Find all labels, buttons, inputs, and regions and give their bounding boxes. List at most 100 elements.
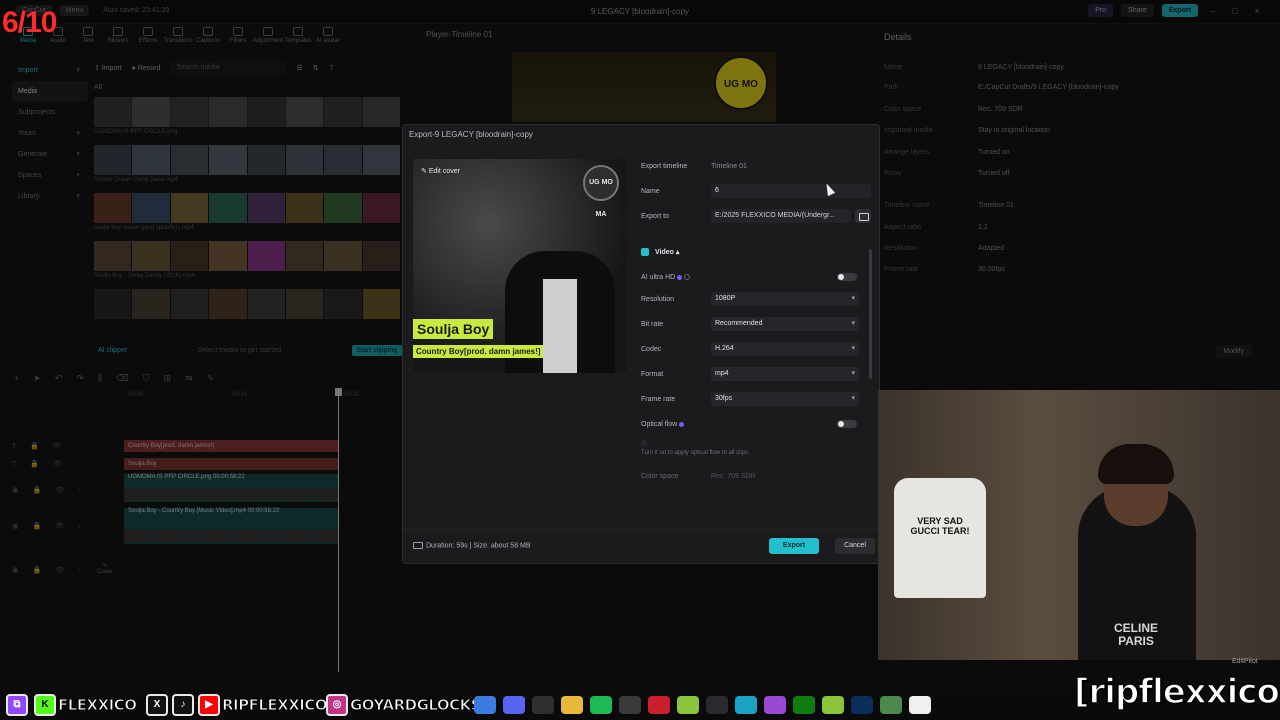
edit-cover-label: Edit cover	[428, 168, 460, 175]
chevron-down-icon: ▾	[851, 395, 855, 402]
photoshop-icon[interactable]	[851, 696, 873, 714]
progress-counter: 6/10	[2, 6, 57, 39]
bitrate-row: Bit rate Recommended ▾	[641, 317, 873, 333]
ai-ultra-hd-row: AI ultra HD	[641, 270, 873, 286]
video-checkbox[interactable]	[641, 248, 649, 256]
format-value: mp4	[715, 370, 729, 377]
video-section-label: Video ▴	[655, 249, 680, 256]
social-tiktok: ♪	[172, 694, 194, 716]
bitrate-select[interactable]: Recommended ▾	[711, 317, 859, 331]
ai-ultra-hd-text: AI ultra HD	[641, 274, 676, 281]
chevron-down-icon: ▾	[851, 320, 855, 327]
export-path-field[interactable]: E:/2025 FLEXXICO MEDIA/(Undergr...	[711, 209, 851, 223]
info-icon: ⓘ	[641, 442, 648, 448]
tiktok-icon: ♪	[172, 694, 194, 716]
discord-icon[interactable]	[503, 696, 525, 714]
youtube-icon: ▶	[198, 694, 220, 716]
social-x: X	[146, 694, 168, 716]
app-icon[interactable]	[880, 696, 902, 714]
optical-flow-label: Optical flow	[641, 421, 685, 428]
editpilot-label: EditPilot	[1232, 658, 1258, 665]
export-dialog: Export-9 LEGACY [bloodrain]-copy UG MO M…	[402, 124, 880, 564]
color-space-value: Rec. 709 SDR	[711, 473, 756, 480]
format-row: Format mp4 ▾	[641, 367, 873, 383]
spotify-icon[interactable]	[590, 696, 612, 714]
cover-title-badge: Soulja Boy	[413, 319, 494, 339]
kick-handle: FLEXXICO	[58, 696, 138, 715]
cover-song-badge: Country Boy[prod. damn james!]	[413, 345, 544, 358]
chevron-down-icon: ▾	[851, 370, 855, 377]
duration-info: Duration: 59s | Size: about 58 MB	[413, 542, 531, 549]
dialog-footer: Duration: 59s | Size: about 58 MB Export…	[403, 529, 879, 563]
twitch-icon: ⧉	[6, 694, 28, 716]
social-twitch: ⧉	[6, 694, 28, 716]
resolution-value: 1080P	[715, 295, 736, 302]
framerate-select[interactable]: 30fps ▾	[711, 392, 859, 406]
folder-icon[interactable]	[561, 696, 583, 714]
cover-shirt	[543, 279, 577, 373]
dialog-title: Export-9 LEGACY [bloodrain]-copy	[409, 130, 533, 139]
cancel-button[interactable]: Cancel	[835, 538, 875, 554]
steam-icon[interactable]	[619, 696, 641, 714]
resolution-label: Resolution	[641, 296, 675, 303]
social-kick: K FLEXXICO	[34, 694, 138, 716]
chatgpt-icon[interactable]	[532, 696, 554, 714]
export-timeline-value: Timeline 01	[711, 163, 747, 170]
export-to-label: Export to	[641, 213, 670, 220]
video-label: Video	[655, 249, 674, 256]
chrome-icon[interactable]	[474, 696, 496, 714]
export-timeline-row: Export timeline Timeline 01	[641, 159, 873, 175]
shirt-text: VERY SAD GUCCI TEAR!	[910, 516, 970, 536]
social-youtube: ▶ RIPFLEXXICO	[198, 694, 328, 716]
codec-row: Codec H.264 ▾	[641, 342, 873, 358]
framerate-label: Frame rate	[641, 396, 676, 403]
folder-icon[interactable]	[855, 209, 871, 223]
framerate-row: Frame rate 30fps ▾	[641, 392, 873, 408]
export-to-row: Export to E:/2025 FLEXXICO MEDIA/(Underg…	[641, 209, 873, 225]
instagram-handle: GOYARDGLOCKS	[349, 696, 482, 715]
app-icon[interactable]	[822, 696, 844, 714]
optical-flow-toggle[interactable]	[837, 420, 857, 428]
name-input[interactable]: 6	[711, 184, 871, 198]
instagram-icon: ◎	[326, 694, 348, 716]
info-icon	[684, 274, 691, 281]
optical-flow-row: Optical flow	[641, 417, 873, 433]
optical-flow-text: Optical flow	[641, 421, 678, 428]
color-space-row: Color space Rec. 709 SDR	[641, 469, 873, 485]
capcut-icon[interactable]	[909, 696, 931, 714]
hanging-shirt	[894, 478, 986, 598]
edit-cover-button[interactable]: ✎ Edit cover	[421, 167, 460, 175]
format-select[interactable]: mp4 ▾	[711, 367, 859, 381]
codec-value: H.264	[715, 345, 734, 352]
name-label: Name	[641, 188, 660, 195]
codec-select[interactable]: H.264 ▾	[711, 342, 859, 356]
optical-flow-note: Turn it on to apply optical flow to all …	[641, 450, 750, 456]
ai-ultra-hd-toggle[interactable]	[837, 273, 857, 281]
cover-logo: UG MO MA	[583, 165, 619, 218]
resolution-select[interactable]: 1080P ▾	[711, 292, 859, 306]
kick-icon: K	[34, 694, 56, 716]
hoodie-text: CELINE PARIS	[1113, 621, 1158, 648]
ai-ultra-hd-label: AI ultra HD	[641, 274, 691, 281]
x-icon: X	[146, 694, 168, 716]
color-space-label: Color space	[641, 473, 679, 480]
name-row: Name 6	[641, 184, 873, 200]
dialog-scrollbar[interactable]	[869, 249, 872, 379]
framerate-value: 30fps	[715, 395, 733, 402]
app-icon[interactable]	[764, 696, 786, 714]
export-button[interactable]: Export	[769, 538, 819, 554]
youtube-handle: RIPFLEXXICO	[221, 696, 328, 715]
channel-watermark: [ripflexxico]	[1073, 671, 1280, 713]
duration-text: Duration: 59s | Size: about 58 MB	[426, 542, 531, 550]
xbox-icon[interactable]	[793, 696, 815, 714]
app-icon[interactable]	[677, 696, 699, 714]
app-icon[interactable]	[735, 696, 757, 714]
app-icon[interactable]	[706, 696, 728, 714]
chevron-down-icon: ▾	[851, 295, 855, 302]
bitrate-value: Recommended	[715, 320, 763, 327]
bitrate-label: Bit rate	[641, 321, 664, 328]
taskbar-apps	[474, 696, 931, 714]
opera-icon[interactable]	[648, 696, 670, 714]
resolution-row: Resolution 1080P ▾	[641, 292, 873, 308]
codec-label: Codec	[641, 346, 662, 353]
